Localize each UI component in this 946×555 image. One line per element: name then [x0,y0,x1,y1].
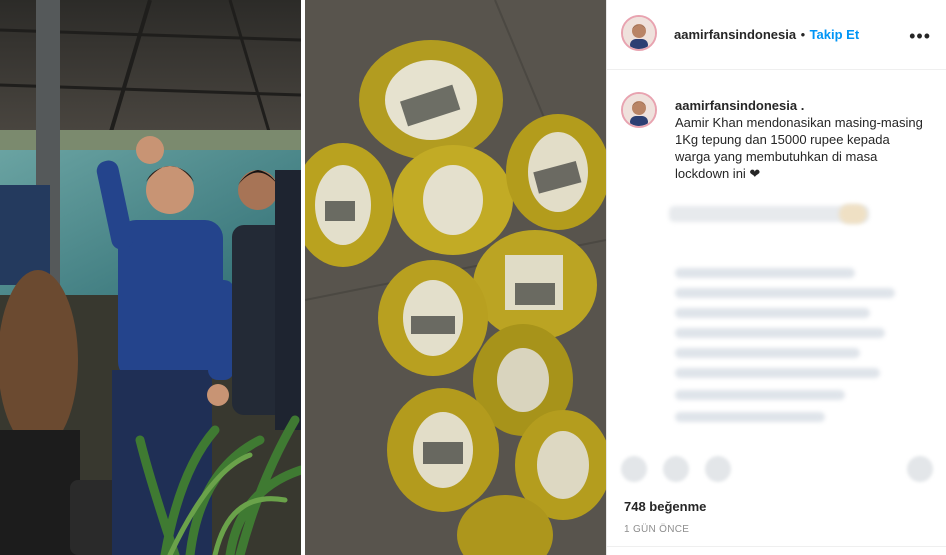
blurred-comment-line [675,268,855,278]
post-side-panel: aamirfansindonesia • Takip Et ••• aamirf… [606,0,946,555]
caption-text: Aamir Khan mendonasikan masing-masing 1K… [675,115,923,179]
post-actions-bar [607,448,946,488]
caption-avatar[interactable] [621,92,657,128]
separator-dot: • [800,27,806,42]
divider [607,546,946,547]
post-header: aamirfansindonesia • Takip Et ••• [607,0,946,70]
post-caption: aamirfansindonesia . Aamir Khan mendonas… [675,97,925,179]
blurred-comment-line [675,412,825,422]
blurred-comment-line [675,328,885,338]
photo-man-waving-art [0,0,301,555]
comment-icon[interactable] [663,456,689,482]
photo-man-waving [0,0,301,555]
blurred-comment-line [675,288,895,298]
more-options-icon[interactable]: ••• [909,26,931,47]
save-icon[interactable] [907,456,933,482]
header-text: aamirfansindonesia • Takip Et [674,26,859,44]
blurred-comment-line [675,390,845,400]
like-icon[interactable] [621,456,647,482]
username-link[interactable]: aamirfansindonesia [674,27,796,42]
follow-button[interactable]: Takip Et [810,27,860,42]
photo-donation-bags [305,0,606,555]
post-timestamp[interactable]: 1 GÜN ÖNCE [624,524,689,535]
photo-donation-bags-art [305,0,606,555]
avatar-face-icon [623,17,655,49]
blurred-emoji [839,204,867,224]
likes-count[interactable]: 748 beğenme [624,499,706,514]
blurred-comment-line [675,308,870,318]
blurred-comment-line [675,368,880,378]
share-icon[interactable] [705,456,731,482]
avatar[interactable] [621,15,657,51]
caption-avatar-face-icon [623,94,655,126]
blurred-comment-line [675,348,860,358]
caption-username[interactable]: aamirfansindonesia . [675,97,925,114]
